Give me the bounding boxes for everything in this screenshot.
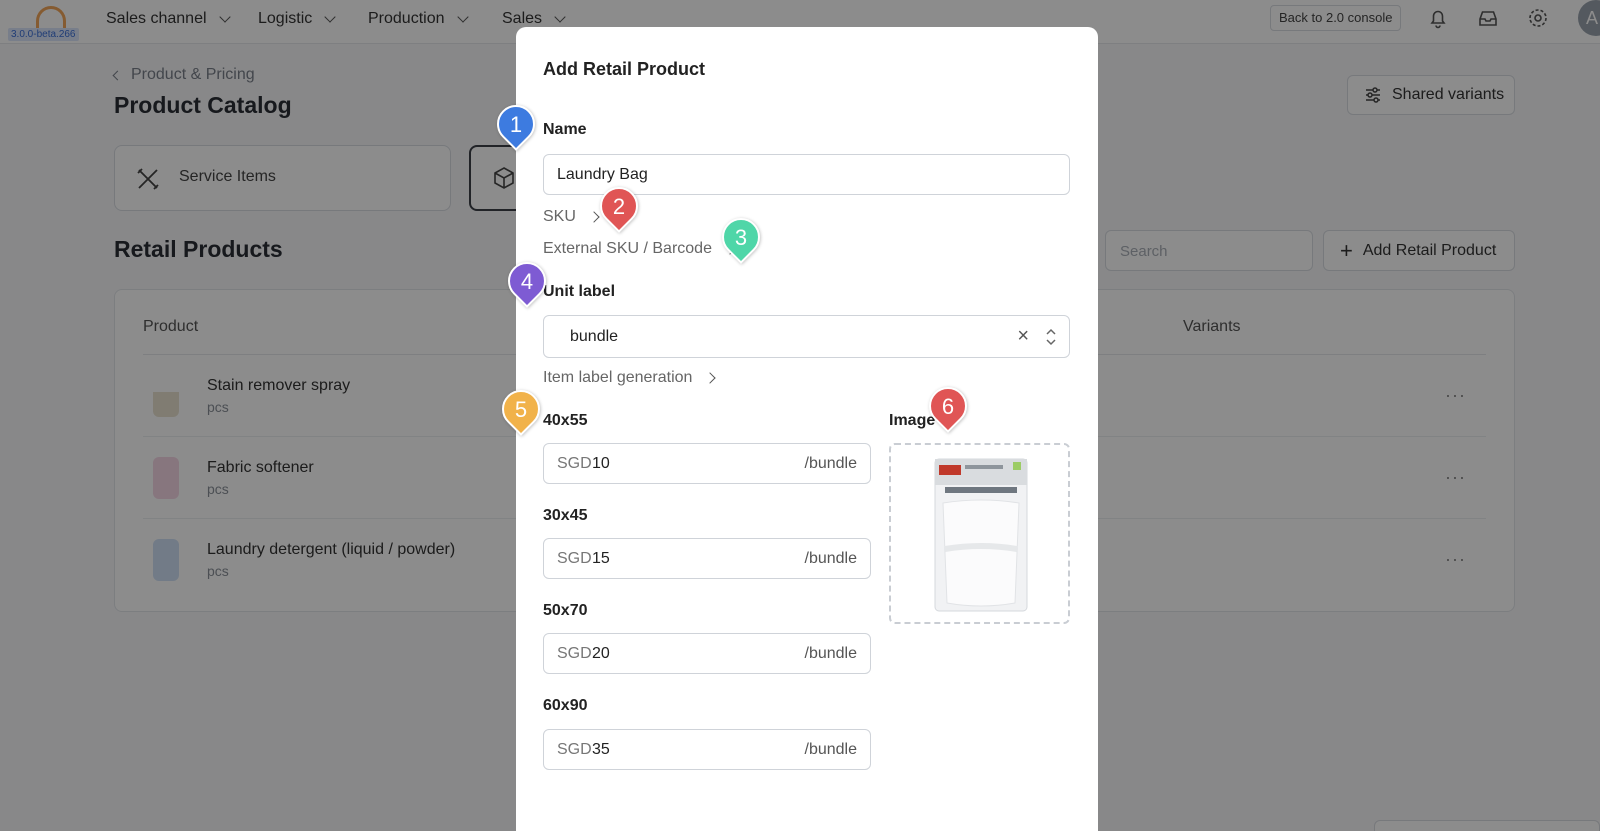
unit-suffix: /bundle	[804, 550, 858, 567]
marker-number: 3	[734, 225, 748, 250]
price-value: 35	[592, 741, 610, 758]
item-label-generation-label: Item label generation	[543, 369, 693, 386]
unit-suffix: /bundle	[804, 741, 858, 758]
name-label: Name	[543, 121, 587, 138]
step-marker-6: 6	[921, 379, 975, 433]
sku-label: SKU	[543, 208, 576, 225]
marker-number: 4	[520, 269, 534, 294]
unit-label-heading: Unit label	[543, 283, 616, 300]
price-value: 10	[592, 455, 610, 472]
chevron-right-icon	[704, 372, 717, 384]
currency-prefix: SGD	[557, 455, 592, 472]
price-value: 20	[592, 645, 610, 662]
sku-expander[interactable]: SKU	[543, 208, 600, 226]
marker-number: 5	[514, 397, 528, 422]
item-label-generation-expander[interactable]: Item label generation	[543, 369, 717, 387]
price-input[interactable]: SGD 10 /bundle	[543, 443, 871, 484]
step-marker-1: 1	[489, 97, 543, 151]
step-marker-3: 3	[714, 210, 768, 264]
variant-label: 50x70	[543, 602, 588, 619]
external-sku-label: External SKU / Barcode	[543, 240, 712, 257]
price-value: 15	[592, 550, 610, 567]
unit-suffix: /bundle	[804, 645, 858, 662]
sort-arrows-icon	[1046, 328, 1056, 346]
price-input[interactable]: SGD 15 /bundle	[543, 538, 871, 579]
laundry-bag-image	[934, 458, 1028, 612]
step-marker-4: 4	[500, 254, 554, 308]
step-marker-2: 2	[592, 179, 646, 233]
variant-label: 60x90	[543, 697, 588, 714]
add-retail-product-dialog: Add Retail Product Name Laundry Bag SKU …	[516, 27, 1098, 831]
unit-suffix: /bundle	[804, 455, 858, 472]
currency-prefix: SGD	[557, 741, 592, 758]
clear-icon[interactable]: ×	[1017, 325, 1029, 348]
price-input[interactable]: SGD 20 /bundle	[543, 633, 871, 674]
step-marker-5: 5	[494, 382, 548, 436]
dialog-title: Add Retail Product	[543, 59, 706, 79]
currency-prefix: SGD	[557, 550, 592, 567]
external-sku-expander[interactable]: External SKU / Barcode	[543, 240, 736, 258]
currency-prefix: SGD	[557, 645, 592, 662]
image-upload-area[interactable]	[889, 443, 1070, 624]
chevron-right-icon	[588, 211, 600, 223]
unit-value: bundle	[570, 328, 619, 345]
price-input[interactable]: SGD 35 /bundle	[543, 729, 871, 770]
unit-label-select[interactable]: bundle ×	[543, 315, 1070, 358]
marker-number: 2	[612, 194, 626, 219]
variant-label: 40x55	[543, 412, 588, 429]
variant-label: 30x45	[543, 507, 588, 524]
marker-number: 1	[509, 112, 523, 137]
marker-number: 6	[941, 394, 955, 419]
